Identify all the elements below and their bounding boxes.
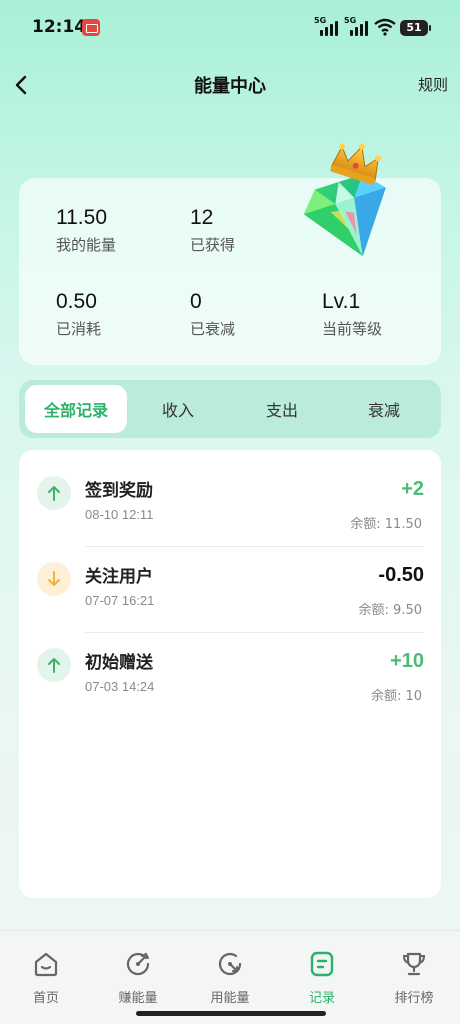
app-notification-icon	[82, 19, 100, 36]
record-time: 07-07 16:21	[85, 593, 155, 608]
nav-earn-energy[interactable]: 赚能量	[103, 949, 173, 1006]
nav-label: 排行榜	[394, 991, 434, 1006]
nav-label: 用能量	[210, 991, 250, 1006]
record-balance: 余额: 11.50	[350, 517, 422, 532]
stat-value: 0	[190, 290, 202, 313]
stat-label: 已衰减	[190, 320, 236, 338]
stat-level: Lv.1 当前等级	[322, 290, 382, 339]
nav-bar: 能量中心 规则	[0, 60, 460, 108]
arrow-up-icon	[37, 648, 71, 682]
signal-icon: 5G	[314, 16, 340, 36]
record-amount: +10	[390, 650, 424, 672]
nav-label: 赚能量	[118, 991, 158, 1006]
list-item[interactable]: 签到奖励 08-10 12:11 +2 余额: 11.50	[19, 450, 441, 536]
record-amount: +2	[401, 478, 424, 500]
stat-earned: 12 已获得	[190, 206, 235, 255]
stat-label: 已获得	[190, 236, 236, 254]
status-bar: 12:14 5G 5G 51	[0, 0, 460, 56]
stat-label: 当前等级	[322, 320, 383, 338]
tab-expense[interactable]: 支出	[231, 385, 333, 433]
record-title: 初始赠送	[85, 653, 153, 673]
nav-label: 记录	[308, 991, 335, 1006]
record-title: 签到奖励	[85, 481, 153, 501]
record-time: 08-10 12:11	[85, 507, 154, 522]
rules-link[interactable]: 规则	[418, 74, 448, 95]
nav-records[interactable]: 记录	[287, 949, 357, 1006]
status-time: 12:14	[32, 17, 87, 37]
list-item[interactable]: 关注用户 07-07 16:21 -0.50 余额: 9.50	[19, 536, 441, 622]
record-balance: 余额: 10	[370, 689, 422, 704]
signal-icon-2: 5G	[344, 16, 370, 36]
nav-use-energy[interactable]: 用能量	[195, 949, 265, 1006]
trophy-icon	[399, 949, 429, 979]
use-energy-icon	[215, 949, 245, 979]
tab-decay[interactable]: 衰减	[333, 385, 435, 433]
tab-income[interactable]: 收入	[127, 385, 229, 433]
nav-label: 首页	[32, 991, 59, 1006]
stat-label: 我的能量	[56, 236, 117, 254]
nav-home[interactable]: 首页	[11, 949, 81, 1006]
stat-value: Lv.1	[322, 290, 361, 313]
list-item[interactable]: 初始赠送 07-03 14:24 +10 余额: 10	[19, 622, 441, 708]
crowned-diamond-icon	[303, 143, 386, 257]
bottom-nav: 首页 赚能量 用能量 记录 排行榜	[0, 930, 460, 1024]
stat-label: 已消耗	[56, 320, 102, 338]
record-filter-tabs: 全部记录 收入 支出 衰减	[19, 380, 441, 438]
earn-energy-icon	[123, 949, 153, 979]
battery-icon: 51	[400, 20, 431, 36]
arrow-up-icon	[37, 476, 71, 510]
record-balance: 余额: 9.50	[358, 603, 422, 618]
tab-all-records[interactable]: 全部记录	[25, 385, 127, 433]
wifi-icon	[374, 18, 396, 36]
nav-leaderboard[interactable]: 排行榜	[379, 949, 449, 1006]
stat-value: 11.50	[56, 206, 107, 229]
records-list: 签到奖励 08-10 12:11 +2 余额: 11.50 关注用户 07-07…	[19, 450, 441, 898]
stat-value: 0.50	[56, 290, 97, 313]
home-indicator	[136, 1011, 326, 1016]
page-title: 能量中心	[194, 76, 266, 97]
record-time: 07-03 14:24	[85, 679, 155, 694]
stat-decayed: 0 已衰减	[190, 290, 235, 339]
record-title: 关注用户	[85, 567, 153, 587]
stat-consumed: 0.50 已消耗	[56, 290, 101, 339]
record-amount: -0.50	[378, 564, 424, 586]
records-icon	[307, 949, 337, 979]
stat-my-energy: 11.50 我的能量	[56, 206, 116, 255]
stat-value: 12	[190, 206, 214, 229]
home-icon	[31, 949, 61, 979]
arrow-down-icon	[37, 562, 71, 596]
